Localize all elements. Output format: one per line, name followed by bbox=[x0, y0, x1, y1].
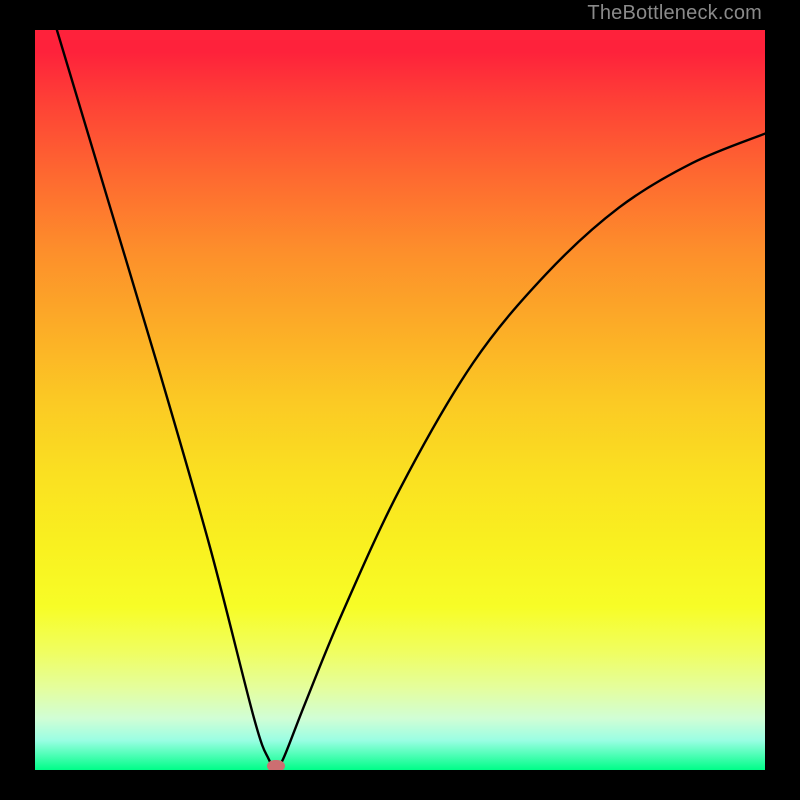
plot-area bbox=[35, 30, 765, 770]
watermark-text: TheBottleneck.com bbox=[587, 2, 762, 25]
minimum-marker-icon bbox=[267, 760, 285, 770]
bottleneck-curve bbox=[35, 30, 765, 770]
chart-frame: TheBottleneck.com bbox=[0, 0, 800, 800]
